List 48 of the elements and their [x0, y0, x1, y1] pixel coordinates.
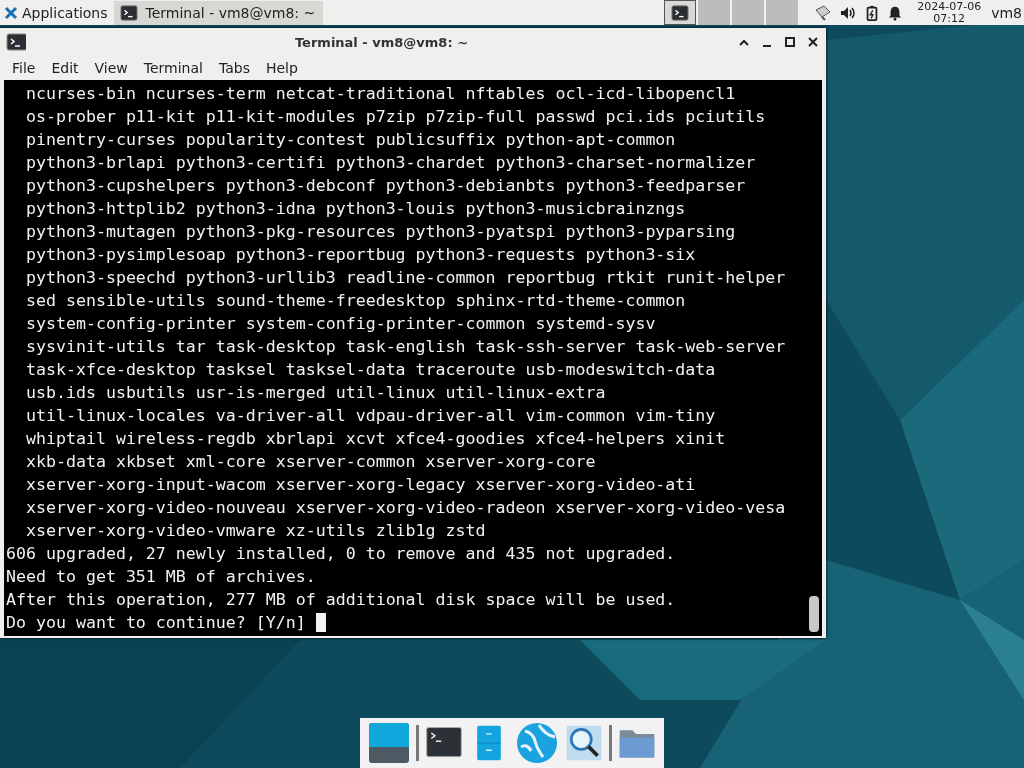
- terminal-line: python3-httplib2 python3-idna python3-louis python3-musicbrainzngs: [24, 198, 686, 220]
- menu-item[interactable]: Terminal: [135, 60, 211, 76]
- terminal-line: ncurses-bin ncurses-term netcat-traditional nftables ocl-icd-libopencl1: [24, 83, 736, 105]
- terminal-line: python3-brlapi python3-certifi python3-chardet python3-charset-normalizer: [24, 152, 756, 174]
- menu-item[interactable]: Tabs: [210, 60, 258, 76]
- clock-time: 07:12: [933, 12, 966, 25]
- window-title: Terminal - vm8@vm8: ~: [293, 34, 470, 50]
- terminal-line: os-prober p11-kit p11-kit-modules p7zip p7zip-full passwd pci.ids pciutils: [24, 106, 766, 128]
- clock-date: 2024-07-06: [917, 0, 982, 13]
- terminal-line: xkb-data xkbset xml-core xserver-common xserver-xorg-core: [24, 451, 596, 473]
- menu-item[interactable]: File: [4, 60, 44, 76]
- terminal-line: 606 upgraded, 27 newly installed, 0 to remove and 435 not upgraded.: [6, 543, 676, 565]
- show-desktop-icon[interactable]: [366, 721, 411, 765]
- text-cursor: [315, 613, 326, 632]
- terminal-line: util-linux-locales va-driver-all vdpau-driver-all vim-common vim-tiny: [24, 405, 716, 427]
- terminal-line: task-xfce-desktop tasksel tasksel-data traceroute usb-modeswitch-data: [24, 359, 716, 381]
- workspace-button[interactable]: [664, 0, 697, 25]
- maximize-icon[interactable]: [783, 35, 797, 49]
- menu-item[interactable]: View: [86, 60, 136, 76]
- terminal-line: python3-speechd python3-urllib3 readline-common reportbug rtkit runit-helper: [24, 267, 786, 289]
- terminal-line: usb.ids usbutils usr-is-merged util-linux util-linux-extra: [24, 382, 606, 404]
- x-logo-icon: [4, 5, 18, 20]
- terminal-line: After this operation, 277 MB of additional disk space will be used.: [6, 589, 676, 611]
- terminal-line: system-config-printer system-config-printer-common systemd-sysv: [24, 313, 656, 335]
- applications-menu[interactable]: Applications: [0, 0, 114, 25]
- terminal-icon: [6, 32, 26, 52]
- terminal-line: sed sensible-utils sound-theme-freedesktop sphinx-rtd-theme-common: [24, 290, 686, 312]
- terminal-line: python3-mutagen python3-pkg-resources python3-pyatspi python3-pyparsing: [24, 221, 736, 243]
- terminal-line: Need to get 351 MB of archives.: [6, 566, 316, 588]
- network-icon[interactable]: [814, 3, 833, 22]
- menu-item[interactable]: Help: [257, 60, 306, 76]
- menu-item[interactable]: Edit: [43, 60, 87, 76]
- terminal-line: sysvinit-utils tar task-desktop task-english task-ssh-server task-web-server: [24, 336, 786, 358]
- terminal-line: xserver-xorg-video-nouveau xserver-xorg-video-radeon xserver-xorg-video-vesa: [24, 497, 786, 519]
- terminal-line: pinentry-curses popularity-contest publicsuffix python-apt-common: [24, 129, 676, 151]
- terminal-icon: [119, 3, 138, 22]
- terminal-line: python3-pysimplesoap python3-reportbug python3-requests python3-six: [24, 244, 696, 266]
- terminal-line: python3-cupshelpers python3-debconf python3-debianbts python3-feedparser: [24, 175, 746, 197]
- terminal-line: Do you want to continue? [Y/n]: [6, 612, 307, 634]
- terminal-icon: [671, 3, 690, 22]
- user-name[interactable]: vm8: [991, 4, 1022, 21]
- terminal-line: xserver-xorg-video-vmware xz-utils zlib1g zstd: [24, 520, 486, 542]
- scrollbar[interactable]: [806, 80, 822, 636]
- terminal-line: xserver-xorg-input-wacom xserver-xorg-legacy xserver-xorg-video-ati: [24, 474, 696, 496]
- taskbar-button[interactable]: Terminal - vm8@vm8: ~: [113, 0, 324, 25]
- close-icon[interactable]: [806, 35, 820, 49]
- terminal-line: whiptail wireless-regdb xbrlapi xcvt xfce4-goodies xfce4-helpers xinit: [24, 428, 726, 450]
- scrollbar-thumb[interactable]: [809, 596, 819, 632]
